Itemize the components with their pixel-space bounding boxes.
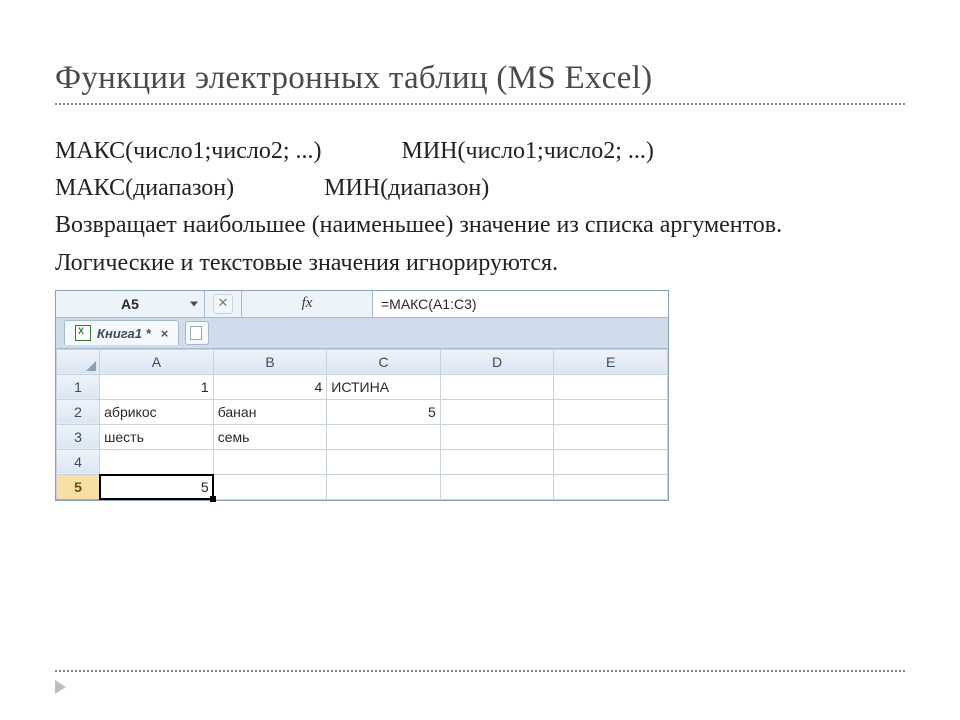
row-header[interactable]: 1 <box>57 374 100 399</box>
syntax-max-list: МАКС(число1;число2; ...) <box>55 138 322 164</box>
cell[interactable]: банан <box>213 399 327 424</box>
formula-buttons: ✕ <box>205 291 242 317</box>
table-row: 1 1 4 ИСТИНА <box>57 374 668 399</box>
syntax-max-range: МАКС(диапазон) <box>55 175 234 201</box>
cell[interactable] <box>554 424 668 449</box>
body-text: МАКС(число1;число2; ...) МИН(число1;число… <box>55 133 905 282</box>
name-box-value: A5 <box>121 296 139 312</box>
cell[interactable] <box>440 474 554 499</box>
syntax-min-range: МИН(диапазон) <box>324 175 489 201</box>
workbook-tab[interactable]: Книга1 * × <box>64 320 179 345</box>
column-headers: A B C D E <box>57 349 668 374</box>
spreadsheet-grid[interactable]: A B C D E 1 1 4 ИСТИНА 2 абрикос банан 5 <box>56 349 668 500</box>
cell[interactable]: 4 <box>213 374 327 399</box>
formula-input[interactable]: =МАКС(A1:C3) <box>373 291 668 317</box>
cell[interactable] <box>554 474 668 499</box>
column-header[interactable]: E <box>554 349 668 374</box>
fill-handle[interactable] <box>210 496 216 502</box>
cell[interactable] <box>213 474 327 499</box>
cell[interactable]: 5 <box>327 399 441 424</box>
play-arrow-icon[interactable] <box>55 680 66 694</box>
cell-selected[interactable]: 5 <box>100 474 214 499</box>
table-row: 4 <box>57 449 668 474</box>
cell[interactable] <box>440 399 554 424</box>
cell[interactable] <box>554 374 668 399</box>
cell[interactable] <box>327 424 441 449</box>
fx-icon[interactable]: fx <box>242 291 373 317</box>
cell[interactable] <box>100 449 214 474</box>
cell[interactable] <box>327 474 441 499</box>
formula-bar: A5 ✕ fx =МАКС(A1:C3) <box>56 291 668 318</box>
row-header[interactable]: 2 <box>57 399 100 424</box>
excel-screenshot: A5 ✕ fx =МАКС(A1:C3) Книга1 * × A <box>55 290 669 501</box>
workbook-tab-label: Книга1 * <box>97 326 151 341</box>
cell[interactable] <box>440 424 554 449</box>
column-header[interactable]: A <box>100 349 214 374</box>
row-header[interactable]: 4 <box>57 449 100 474</box>
cell[interactable] <box>213 449 327 474</box>
cell[interactable]: семь <box>213 424 327 449</box>
description-text: Возвращает наибольшее (наименьшее) значе… <box>55 207 905 281</box>
cancel-icon[interactable]: ✕ <box>213 294 233 314</box>
close-icon[interactable]: × <box>161 326 169 341</box>
column-header[interactable]: C <box>327 349 441 374</box>
row-header[interactable]: 3 <box>57 424 100 449</box>
cell[interactable]: ИСТИНА <box>327 374 441 399</box>
cell[interactable] <box>440 374 554 399</box>
table-row: 2 абрикос банан 5 <box>57 399 668 424</box>
cell-value: 5 <box>201 479 209 495</box>
column-header[interactable]: B <box>213 349 327 374</box>
cell[interactable] <box>440 449 554 474</box>
cell[interactable] <box>327 449 441 474</box>
select-all-corner[interactable] <box>57 349 100 374</box>
table-row: 3 шесть семь <box>57 424 668 449</box>
cell[interactable]: абрикос <box>100 399 214 424</box>
syntax-min-list: МИН(число1;число2; ...) <box>402 138 654 164</box>
title-divider <box>55 103 905 105</box>
table-row: 5 5 <box>57 474 668 499</box>
cell[interactable] <box>554 449 668 474</box>
selection-outline <box>99 474 214 500</box>
column-header[interactable]: D <box>440 349 554 374</box>
row-header[interactable]: 5 <box>57 474 100 499</box>
cell[interactable]: 1 <box>100 374 214 399</box>
cell[interactable] <box>554 399 668 424</box>
excel-file-icon <box>75 325 91 341</box>
workbook-tabs: Книга1 * × <box>56 318 668 349</box>
footer-divider <box>55 670 905 672</box>
cell[interactable]: шесть <box>100 424 214 449</box>
slide-title: Функции электронных таблиц (MS Excel) <box>55 60 905 97</box>
name-box[interactable]: A5 <box>56 291 205 317</box>
new-tab-icon[interactable] <box>185 321 209 345</box>
chevron-down-icon[interactable] <box>190 301 198 306</box>
